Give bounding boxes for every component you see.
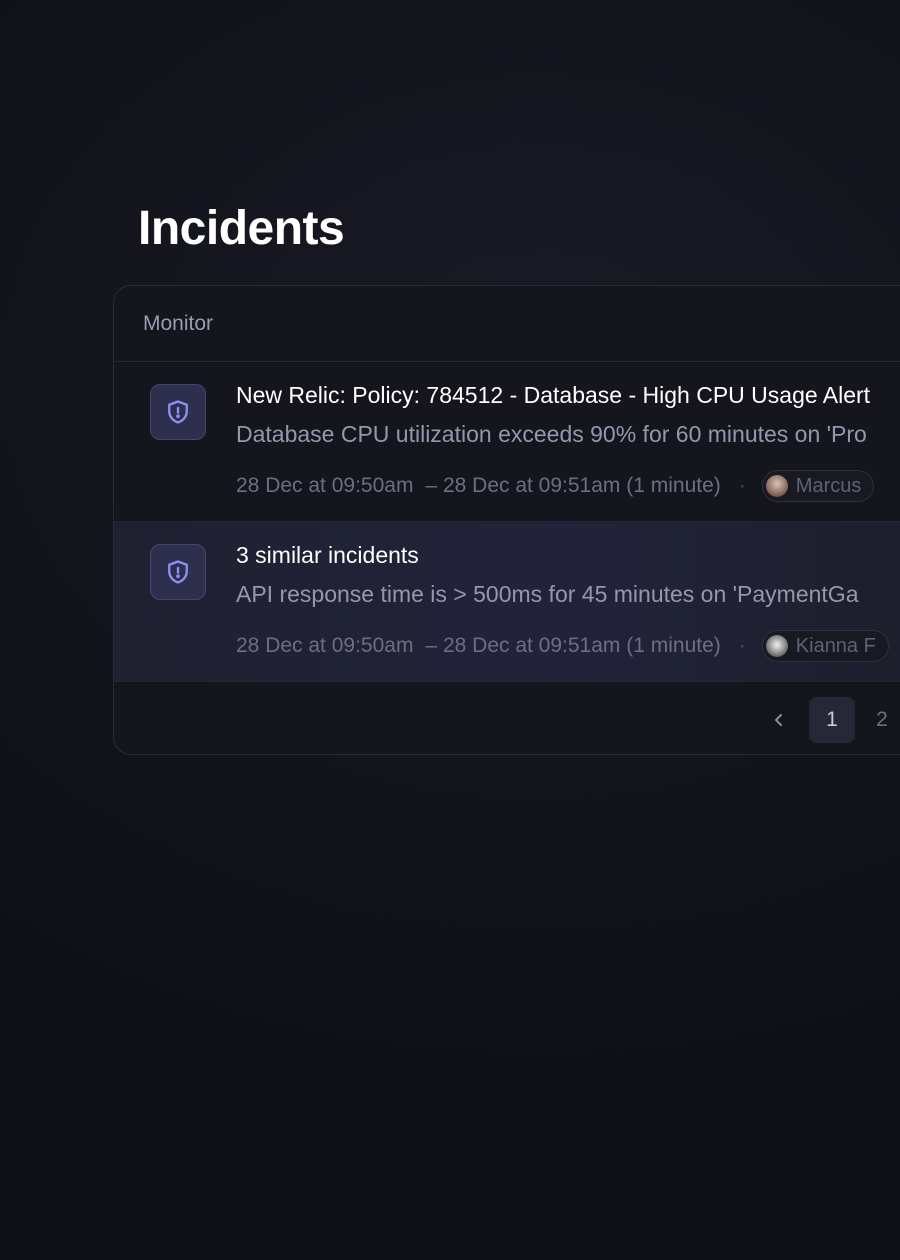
- page-button-1[interactable]: 1: [809, 697, 855, 743]
- assignee-name: Kianna F: [795, 634, 876, 657]
- incidents-table: Monitor New Relic: Policy: 784512 - Data…: [113, 285, 900, 755]
- meta-separator: ·: [738, 634, 746, 657]
- incident-end-time: – 28 Dec at 09:51am (1 minute): [425, 634, 721, 657]
- column-header-monitor[interactable]: Monitor: [143, 312, 213, 336]
- incident-title[interactable]: 3 similar incidents: [236, 542, 419, 569]
- incident-description: Database CPU utilization exceeds 90% for…: [236, 421, 867, 447]
- table-header: Monitor: [114, 286, 900, 362]
- incident-row[interactable]: 3 similar incidents API response time is…: [114, 522, 900, 682]
- incident-description: API response time is > 500ms for 45 minu…: [236, 581, 859, 607]
- incident-meta: 28 Dec at 09:50am – 28 Dec at 09:51am (1…: [236, 470, 875, 502]
- avatar: [765, 475, 788, 497]
- avatar: [765, 635, 788, 657]
- chevron-left-icon[interactable]: [764, 697, 794, 743]
- incident-meta: 28 Dec at 09:50am – 28 Dec at 09:51am (1…: [236, 630, 889, 662]
- pagination: 1 2: [764, 697, 900, 743]
- incident-start-time: 28 Dec at 09:50am: [236, 474, 414, 497]
- page-title: Incidents: [138, 202, 345, 255]
- shield-alert-icon: [150, 544, 206, 600]
- assignee-name: Marcus: [795, 474, 862, 497]
- incident-start-time: 28 Dec at 09:50am: [236, 634, 414, 657]
- incident-title[interactable]: New Relic: Policy: 784512 - Database - H…: [236, 382, 870, 409]
- incident-row[interactable]: New Relic: Policy: 784512 - Database - H…: [114, 362, 900, 522]
- page-button-2[interactable]: 2: [859, 697, 900, 743]
- assignee-chip[interactable]: Kianna F: [761, 630, 889, 662]
- meta-separator: ·: [738, 474, 746, 497]
- shield-alert-icon: [150, 384, 206, 440]
- incident-end-time: – 28 Dec at 09:51am (1 minute): [425, 474, 721, 497]
- assignee-chip[interactable]: Marcus: [761, 470, 875, 502]
